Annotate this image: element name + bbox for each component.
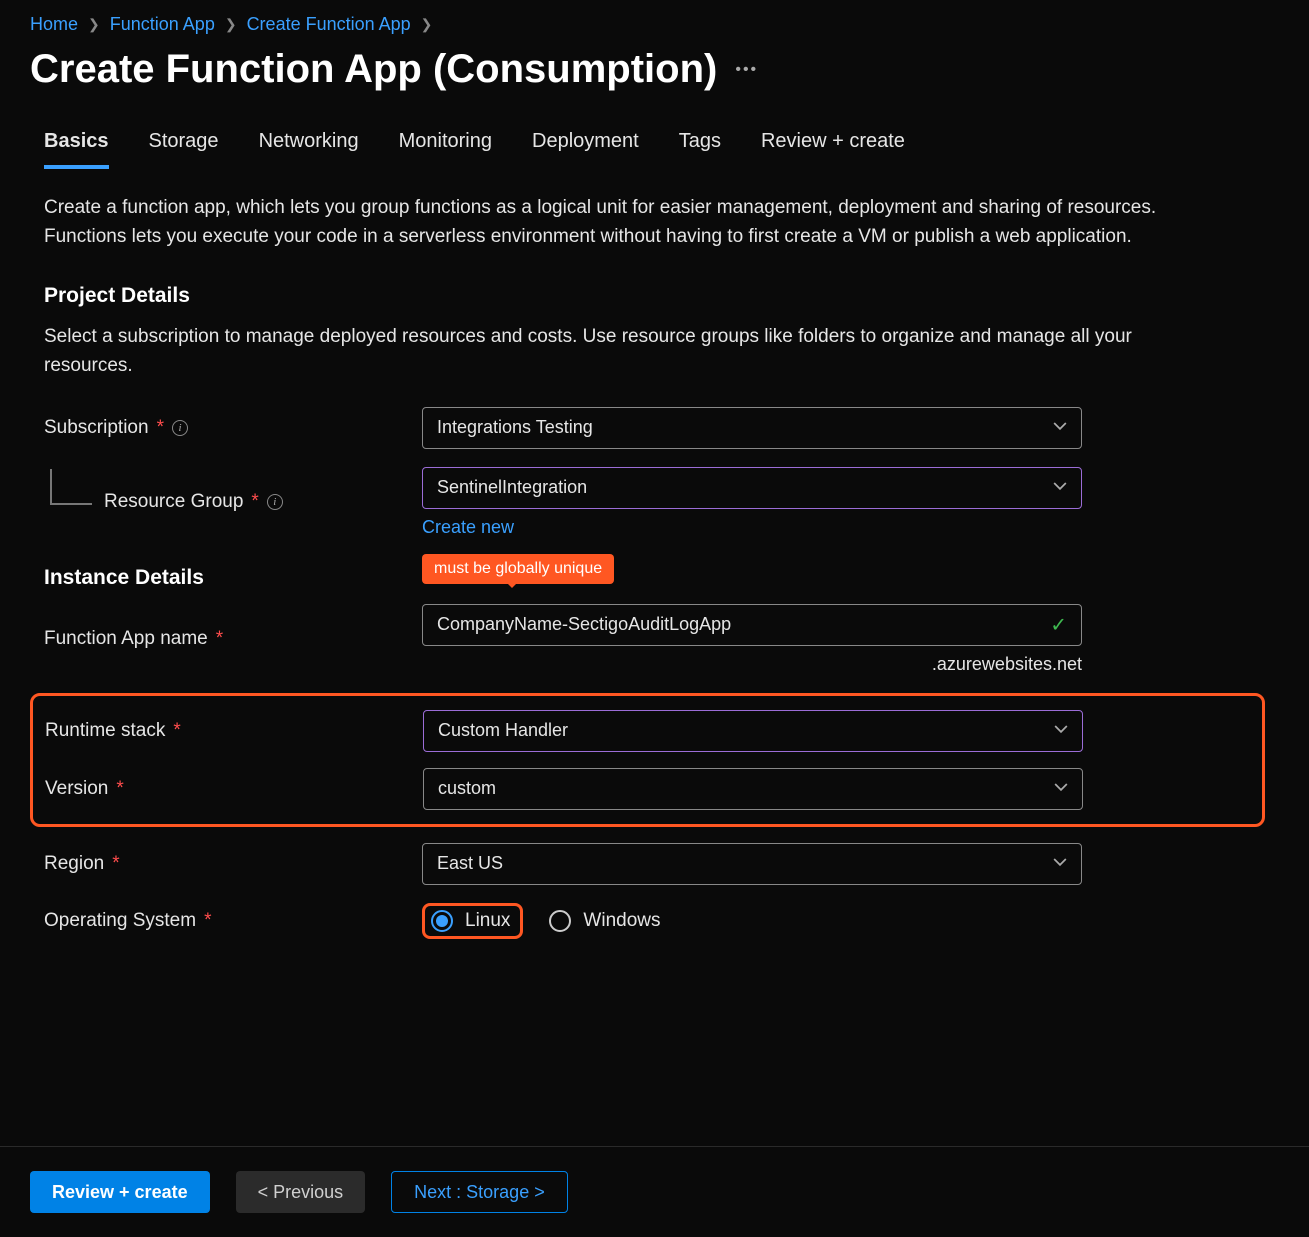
tab-storage[interactable]: Storage <box>149 122 219 169</box>
required-asterisk: * <box>112 853 119 875</box>
required-asterisk: * <box>216 628 223 650</box>
create-new-link[interactable]: Create new <box>422 517 514 537</box>
os-linux-label: Linux <box>465 910 510 932</box>
region-value: East US <box>437 853 503 874</box>
required-asterisk: * <box>204 910 211 932</box>
function-app-name-input[interactable]: CompanyName-SectigoAuditLogApp ✓ <box>422 604 1082 646</box>
tab-review-create[interactable]: Review + create <box>761 122 905 169</box>
more-actions-button[interactable]: ••• <box>735 61 758 79</box>
chevron-down-icon <box>1053 853 1067 874</box>
tab-monitoring[interactable]: Monitoring <box>399 122 492 169</box>
os-windows-label: Windows <box>583 910 660 932</box>
breadcrumb-home[interactable]: Home <box>30 14 78 35</box>
runtime-stack-label: Runtime stack <box>45 720 165 742</box>
chevron-right-icon: ❯ <box>225 16 237 33</box>
previous-button[interactable]: < Previous <box>236 1171 366 1213</box>
chevron-down-icon <box>1053 417 1067 438</box>
resource-group-value: SentinelIntegration <box>437 477 587 498</box>
os-radio-windows[interactable]: Windows <box>549 910 660 932</box>
wizard-tabs: Basics Storage Networking Monitoring Dep… <box>0 122 1309 169</box>
resource-group-label: Resource Group <box>104 491 243 513</box>
version-value: custom <box>438 778 496 799</box>
callout-unique: must be globally unique <box>422 554 614 584</box>
resource-group-select[interactable]: SentinelIntegration <box>422 467 1082 509</box>
page-title: Create Function App (Consumption) <box>30 47 717 92</box>
runtime-stack-value: Custom Handler <box>438 720 568 741</box>
required-asterisk: * <box>116 778 123 800</box>
required-asterisk: * <box>157 417 164 439</box>
chevron-down-icon <box>1054 778 1068 799</box>
required-asterisk: * <box>251 491 258 513</box>
subscription-select[interactable]: Integrations Testing <box>422 407 1082 449</box>
required-asterisk: * <box>173 720 180 742</box>
info-icon[interactable]: i <box>267 494 283 510</box>
radio-icon-unselected <box>549 910 571 932</box>
subscription-value: Integrations Testing <box>437 417 593 438</box>
breadcrumb-function-app[interactable]: Function App <box>110 14 215 35</box>
review-create-button[interactable]: Review + create <box>30 1171 210 1213</box>
function-app-name-label: Function App name <box>44 628 208 650</box>
chevron-down-icon <box>1053 477 1067 498</box>
breadcrumb: Home ❯ Function App ❯ Create Function Ap… <box>0 0 1309 41</box>
instance-details-heading: Instance Details <box>44 566 1265 590</box>
os-label: Operating System <box>44 910 196 932</box>
subscription-label: Subscription <box>44 417 149 439</box>
next-storage-button[interactable]: Next : Storage > <box>391 1171 568 1213</box>
function-app-name-value: CompanyName-SectigoAuditLogApp <box>437 614 731 635</box>
breadcrumb-create-function-app[interactable]: Create Function App <box>247 14 411 35</box>
region-label: Region <box>44 853 104 875</box>
domain-suffix: .azurewebsites.net <box>422 654 1082 675</box>
tab-networking[interactable]: Networking <box>259 122 359 169</box>
region-select[interactable]: East US <box>422 843 1082 885</box>
chevron-down-icon <box>1054 720 1068 741</box>
version-select[interactable]: custom <box>423 768 1083 810</box>
chevron-right-icon: ❯ <box>88 16 100 33</box>
version-label: Version <box>45 778 108 800</box>
check-icon: ✓ <box>1050 612 1067 637</box>
wizard-footer: Review + create < Previous Next : Storag… <box>0 1146 1309 1237</box>
tree-connector <box>50 469 92 505</box>
runtime-stack-select[interactable]: Custom Handler <box>423 710 1083 752</box>
chevron-right-icon: ❯ <box>421 16 433 33</box>
tab-basics[interactable]: Basics <box>44 122 109 169</box>
project-details-desc: Select a subscription to manage deployed… <box>44 322 1164 381</box>
os-radio-linux[interactable]: Linux <box>422 903 523 939</box>
radio-icon-selected <box>431 910 453 932</box>
highlight-runtime-section: Runtime stack * Custom Handler Version *… <box>30 693 1265 827</box>
info-icon[interactable]: i <box>172 420 188 436</box>
project-details-heading: Project Details <box>44 284 1265 308</box>
intro-text: Create a function app, which lets you gr… <box>44 193 1164 252</box>
tab-deployment[interactable]: Deployment <box>532 122 639 169</box>
tab-tags[interactable]: Tags <box>679 122 721 169</box>
